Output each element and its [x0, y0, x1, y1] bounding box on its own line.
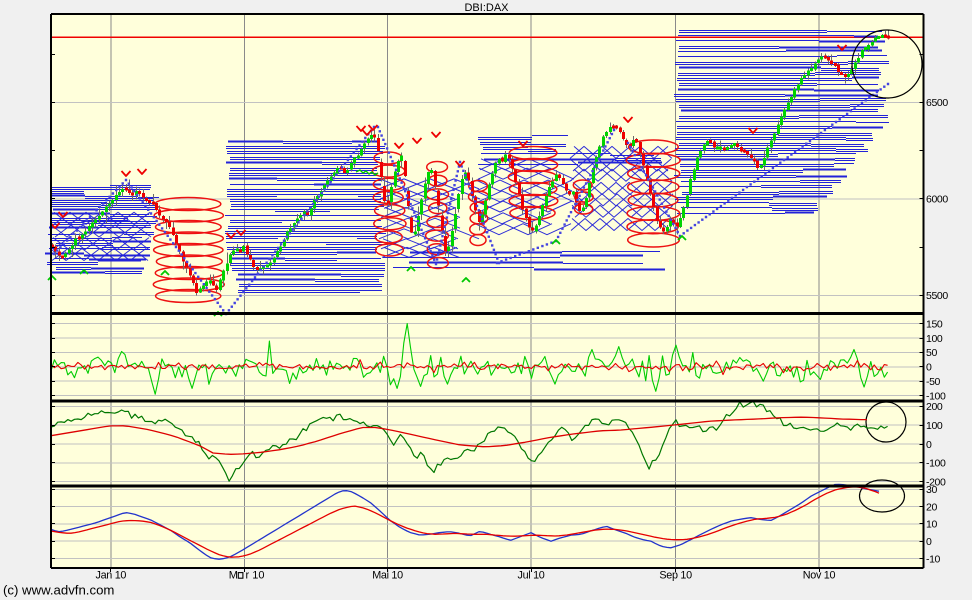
svg-text:6500: 6500: [926, 97, 948, 109]
svg-text:Mai 10: Mai 10: [372, 570, 403, 582]
svg-text:0: 0: [926, 362, 932, 374]
svg-text:200: 200: [926, 401, 943, 413]
svg-text:10: 10: [926, 519, 937, 531]
svg-text:100: 100: [926, 420, 943, 432]
svg-text:30: 30: [926, 484, 937, 496]
svg-text:0: 0: [926, 536, 932, 548]
svg-text:100: 100: [926, 333, 943, 345]
svg-text:(c) www.advfn.com: (c) www.advfn.com: [3, 583, 114, 598]
svg-text:50: 50: [926, 347, 937, 359]
svg-text:Sep 10: Sep 10: [659, 570, 692, 582]
svg-text:5500: 5500: [926, 290, 948, 302]
svg-text:M: M: [229, 570, 238, 582]
svg-text:-100: -100: [926, 458, 946, 470]
svg-text:DBI:DAX: DBI:DAX: [464, 2, 509, 14]
svg-text:20: 20: [926, 501, 937, 513]
svg-text:Nov 10: Nov 10: [803, 570, 836, 582]
svg-text:150: 150: [926, 318, 943, 330]
svg-text:-10: -10: [926, 553, 941, 565]
svg-text:Jan 10: Jan 10: [95, 570, 126, 582]
svg-text:0: 0: [926, 439, 932, 451]
svg-text:-50: -50: [926, 376, 941, 388]
svg-text:r 10: r 10: [246, 570, 265, 582]
svg-text:Jul 10: Jul 10: [517, 570, 544, 582]
svg-text:6000: 6000: [926, 194, 948, 206]
